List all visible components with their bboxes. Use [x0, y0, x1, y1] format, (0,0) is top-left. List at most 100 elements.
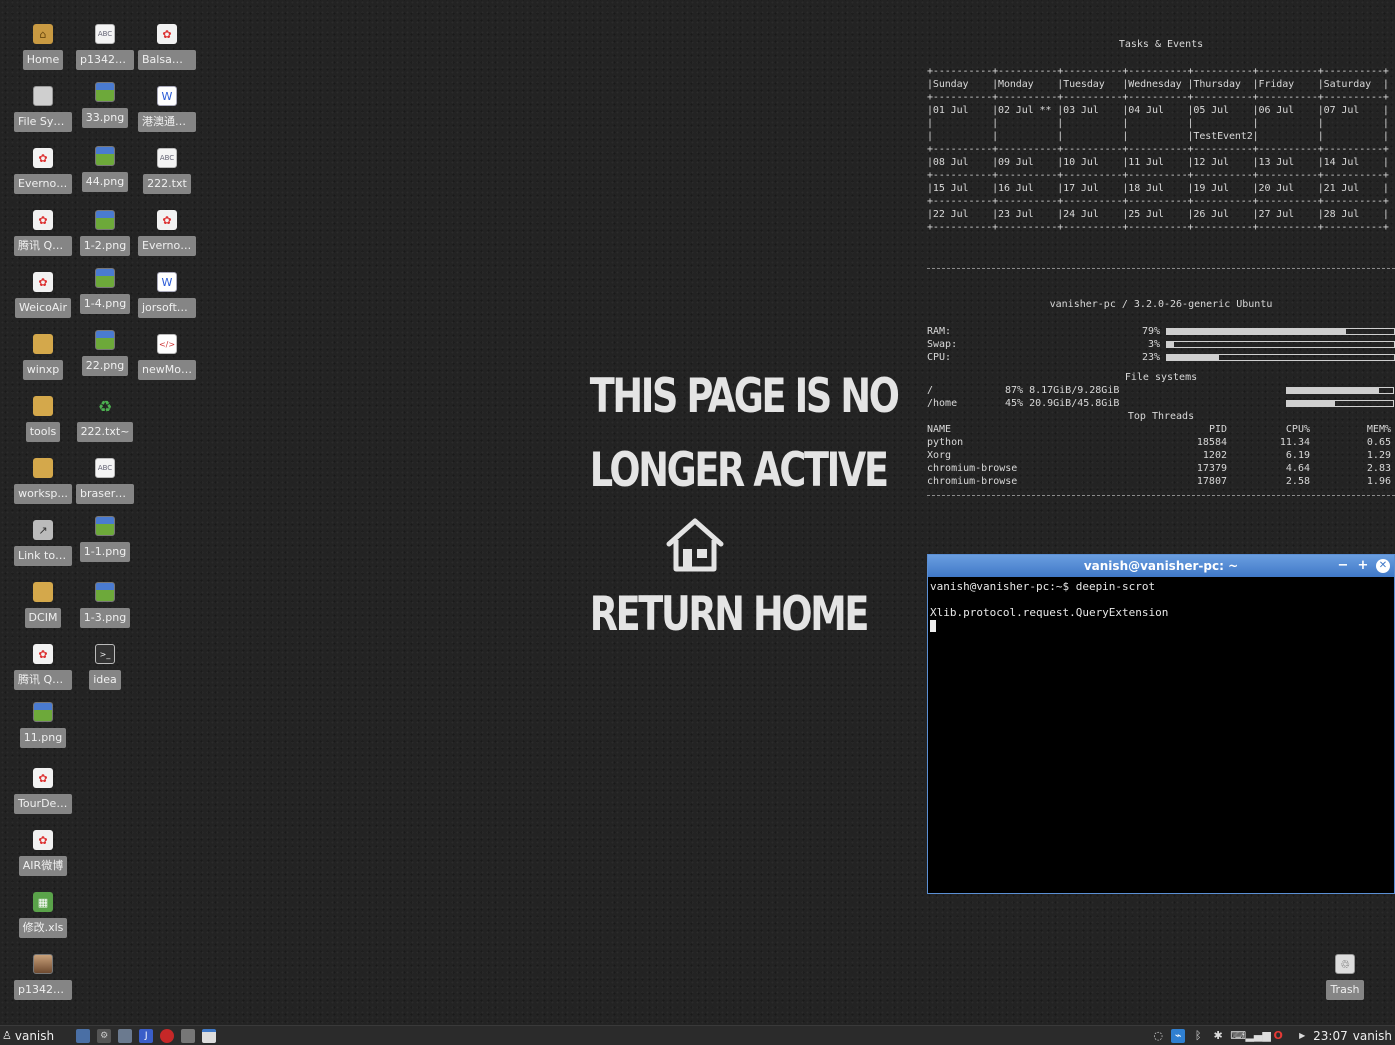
desktop-icon[interactable]: ♻ 222.txt~ — [76, 396, 134, 452]
image-icon — [95, 330, 115, 350]
desktop-icon[interactable]: ✿ 腾讯 Q+... — [14, 210, 72, 266]
network-icon[interactable]: ◌ — [1151, 1029, 1165, 1043]
desktop-icon[interactable]: ✿ WeicoAir — [14, 272, 72, 328]
terminal-window[interactable]: vanish@vanisher-pc: ~ − + ✕ vanish@vanis… — [927, 554, 1395, 894]
desktop-icon-label: 港澳通行... — [138, 112, 196, 132]
taskbar: ♙ vanish ⚙ J ◌ ⌁ ᛒ ✱ ⌨ ▂▄▆ O ▶ 23:07 van… — [0, 1025, 1395, 1045]
thread-row: chromium-browse 17379 4.64 2.83 — [927, 462, 1395, 475]
opera-tray-icon[interactable]: O — [1271, 1029, 1285, 1043]
system-title: vanisher-pc / 3.2.0-26-generic Ubuntu — [1049, 299, 1273, 310]
minimize-icon[interactable]: − — [1336, 558, 1350, 574]
file-manager-icon[interactable] — [76, 1028, 91, 1043]
desktop-icon[interactable]: p13425... — [14, 954, 72, 1010]
keyboard-icon[interactable]: ⌨ — [1230, 1029, 1246, 1043]
desktop-icon[interactable]: worksp... — [14, 458, 72, 514]
thread-mem: 1.96 — [1366, 476, 1391, 487]
desktop-icon-label: idea — [89, 670, 121, 690]
desktop-icon[interactable]: ✿ 腾讯 Q+... — [14, 644, 72, 700]
desktop-icon[interactable]: 1-3.png — [76, 582, 134, 638]
spreadsheet-icon: ▦ — [33, 892, 53, 912]
desktop-icon[interactable]: 44.png — [76, 146, 134, 202]
ram-meter: RAM: 79% — [927, 325, 1160, 338]
ide-icon[interactable]: J — [139, 1028, 154, 1043]
feed-icon[interactable]: ⌁ — [1171, 1028, 1186, 1043]
desktop-icon[interactable]: ▦ 修改.xls — [14, 892, 72, 948]
document-icon: W — [157, 86, 177, 106]
desktop-icon[interactable]: ABC brasero... — [76, 458, 134, 514]
desktop-icon[interactable]: ↗ Link to ... — [14, 520, 72, 576]
desktop-icon-label: WeicoAir — [15, 298, 71, 318]
desktop-icon[interactable]: File Sys... — [14, 86, 72, 142]
terminal-icon: >_ — [95, 644, 115, 664]
desktop-icon[interactable]: ✿ Balsami... — [138, 24, 196, 80]
terminal-output[interactable]: vanish@vanisher-pc:~$ deepin-scrot Xlib.… — [928, 577, 1394, 635]
desktop-icon[interactable]: ABC p13425... — [76, 24, 134, 80]
app-icon: ✿ — [33, 210, 53, 230]
desktop-icon[interactable]: </> newMoc... — [138, 334, 196, 390]
show-desktop-icon[interactable] — [202, 1028, 217, 1043]
desktop-icon[interactable]: ⌂ Home — [14, 24, 72, 80]
desktop-icon-label: 44.png — [81, 172, 129, 192]
desktop-icon-label: Evernot... — [138, 236, 196, 256]
terminal-title: vanish@vanisher-pc: ~ — [1083, 559, 1239, 573]
desktop-icon[interactable]: 1-1.png — [76, 516, 134, 572]
desktop-icon[interactable]: 1-2.png — [76, 210, 134, 266]
desktop-icon[interactable]: 11.png — [14, 702, 72, 758]
user-menu[interactable]: ♙ vanish — [2, 1029, 54, 1043]
swap-label: Swap: — [927, 339, 958, 350]
opera-browser-icon[interactable] — [160, 1028, 175, 1043]
desktop-icon[interactable]: tools — [14, 396, 72, 452]
thread-cpu: 6.19 — [1285, 450, 1310, 461]
desktop-icon-label: Evernot... — [14, 174, 72, 194]
thread-pid: 17379 — [1196, 463, 1227, 474]
return-home-link[interactable]: RETURN HOME — [590, 578, 870, 652]
ram-value: 79% — [1141, 326, 1160, 337]
desktop-icon[interactable]: 22.png — [76, 330, 134, 386]
thread-row: Xorg 1202 6.19 1.29 — [927, 449, 1395, 462]
desktop-icon[interactable]: ✿ AIR微博 — [14, 830, 72, 886]
desktop-icon[interactable]: W 港澳通行... — [138, 86, 196, 142]
bluetooth-icon[interactable]: ᛒ — [1191, 1029, 1205, 1043]
thread-cpu: 11.34 — [1279, 437, 1310, 448]
swap-value: 3% — [1147, 339, 1160, 350]
trash-icon: ♲ — [1335, 954, 1355, 974]
desktop-icon[interactable]: ♲ Trash — [1316, 954, 1374, 1010]
screenshot-tool-icon[interactable] — [181, 1028, 196, 1043]
desktop-icon[interactable]: ✿ TourDeF... — [14, 768, 72, 824]
maximize-icon[interactable]: + — [1356, 558, 1370, 574]
desktop-icon[interactable]: ✿ Evernot... — [14, 148, 72, 204]
bluetooth-status-icon[interactable]: ✱ — [1211, 1029, 1225, 1043]
home-folder-icon: ⌂ — [33, 24, 53, 44]
desktop-icon[interactable]: DCIM — [14, 582, 72, 638]
terminal-titlebar[interactable]: vanish@vanisher-pc: ~ − + ✕ — [928, 555, 1394, 577]
desktop-icon[interactable]: ABC 222.txt — [138, 148, 196, 204]
thread-name: python — [927, 437, 964, 448]
desktop-icon[interactable]: 33.png — [76, 82, 134, 138]
desktop-icon[interactable]: ✿ Evernot... — [138, 210, 196, 266]
settings-gear-icon[interactable]: ⚙ — [97, 1028, 112, 1043]
desktop-icon-label: TourDeF... — [14, 794, 72, 814]
close-icon[interactable]: ✕ — [1376, 559, 1390, 573]
desktop-icon-label: Link to ... — [14, 546, 72, 566]
app-icon: ✿ — [157, 210, 177, 230]
thread-mem: 1.29 — [1366, 450, 1391, 461]
desktop-icon[interactable]: Wjorsoftcl... — [138, 272, 196, 328]
calendar-title: Tasks & Events — [1118, 39, 1204, 50]
desktop-icon-label: newMoc... — [138, 360, 196, 380]
terminal-line: vanish@vanisher-pc:~$ deepin-scrot — [930, 580, 1156, 593]
fs-mount: /home — [927, 398, 958, 409]
clock-time[interactable]: 23:07 — [1313, 1029, 1348, 1043]
thread-cpu: 4.64 — [1285, 463, 1310, 474]
desktop-icon-label: p13425... — [14, 980, 72, 1000]
home-icon[interactable] — [664, 516, 726, 574]
ram-bar — [1166, 328, 1395, 335]
tray-expand-icon[interactable]: ▶ — [1295, 1029, 1309, 1043]
desktop-icon[interactable]: >_idea — [76, 644, 134, 700]
desktop-icon[interactable]: 1-4.png — [76, 268, 134, 324]
calendar-table: +----------+----------+----------+------… — [927, 66, 1389, 233]
app-launcher-icon[interactable] — [118, 1028, 133, 1043]
fs-usage: 8.17GiB/9.28GiB — [1029, 385, 1120, 396]
desktop-icon[interactable]: winxp — [14, 334, 72, 390]
signal-strength-icon[interactable]: ▂▄▆ — [1245, 1029, 1270, 1043]
